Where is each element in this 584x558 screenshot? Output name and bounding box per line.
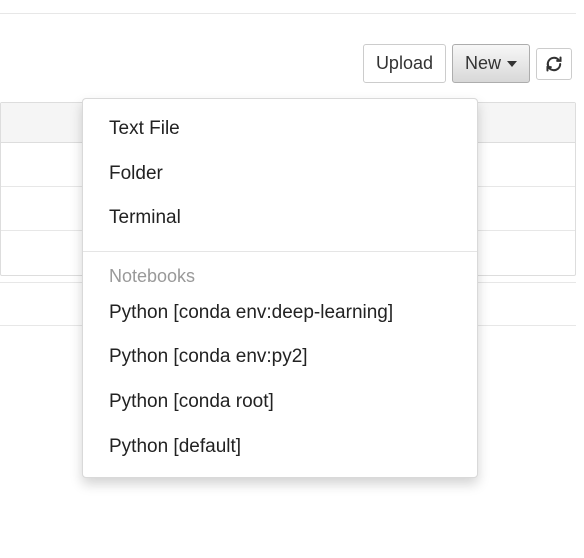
upload-button-label: Upload [376, 51, 433, 76]
new-button-label: New [465, 51, 501, 76]
upload-button[interactable]: Upload [363, 44, 446, 83]
toolbar: Upload New [363, 44, 572, 83]
new-dropdown-button[interactable]: New [452, 44, 530, 83]
new-dropdown-menu: Text File Folder Terminal Notebooks Pyth… [82, 98, 478, 478]
menu-item-kernel[interactable]: Python [default] [83, 425, 477, 470]
menu-item-terminal[interactable]: Terminal [83, 196, 477, 241]
top-divider [0, 13, 576, 14]
menu-section-header: Notebooks [83, 252, 477, 291]
menu-item-folder[interactable]: Folder [83, 152, 477, 197]
caret-down-icon [507, 61, 517, 67]
menu-item-kernel[interactable]: Python [conda env:py2] [83, 335, 477, 380]
menu-item-kernel[interactable]: Python [conda env:deep-learning] [83, 291, 477, 336]
refresh-icon [545, 55, 563, 73]
menu-item-kernel[interactable]: Python [conda root] [83, 380, 477, 425]
refresh-button[interactable] [536, 48, 572, 80]
menu-item-text-file[interactable]: Text File [83, 107, 477, 152]
